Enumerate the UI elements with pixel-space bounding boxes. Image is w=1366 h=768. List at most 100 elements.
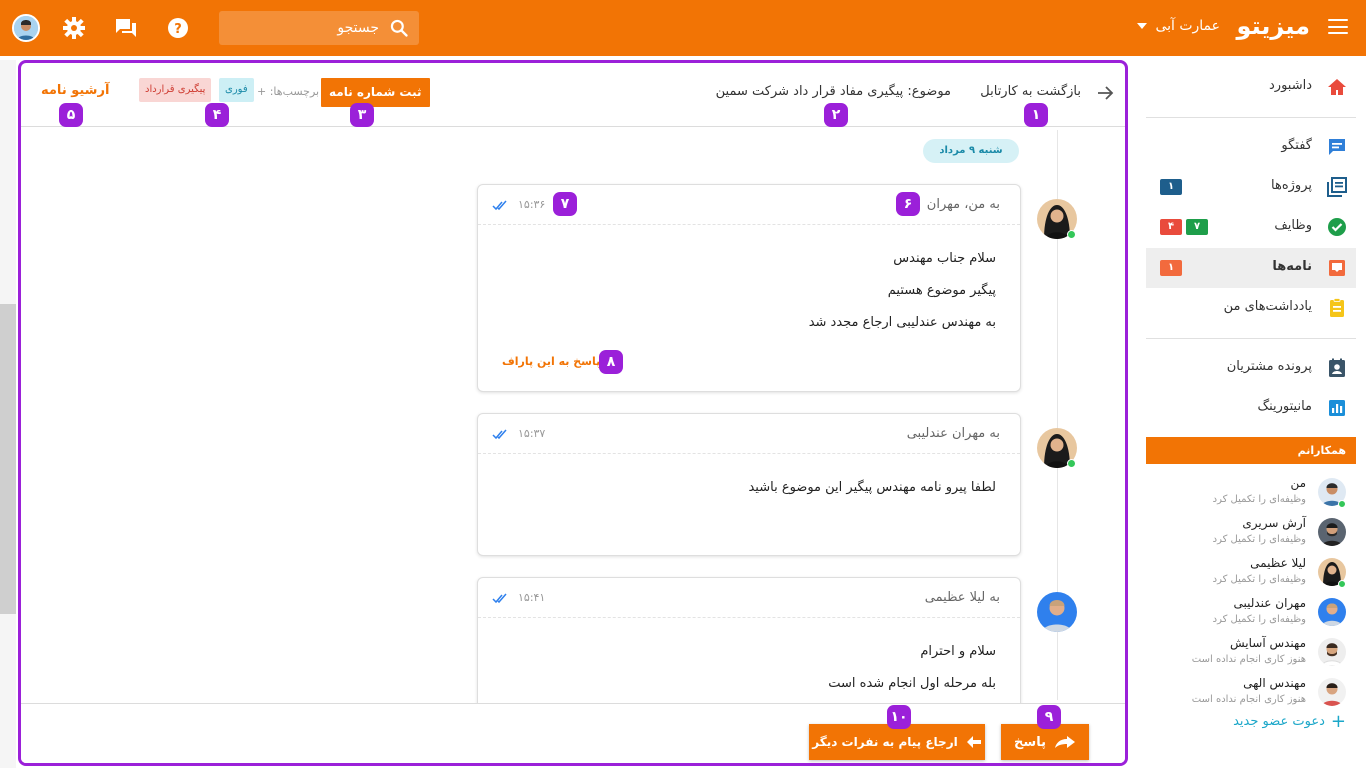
- sidebar-item-customers[interactable]: پرونده مشتریان: [1146, 348, 1356, 388]
- sidebar-item-notes[interactable]: یادداشت‌های من: [1146, 288, 1356, 328]
- sidebar-item-label: نامه‌ها: [1272, 259, 1312, 274]
- man-avatar-icon: [1318, 598, 1346, 626]
- message-line: لطفا پیرو نامه مهندس پیگیر این موضوع باش…: [748, 480, 996, 495]
- colleague-name: لیلا عظیمی: [1250, 556, 1306, 570]
- colleague-avatar: [1318, 518, 1346, 546]
- colleague-item[interactable]: من وظیفه‌ای را تکمیل کرد: [1146, 474, 1356, 514]
- reply-label: پاسخ: [1014, 734, 1046, 750]
- sidebar: داشبورد گفتگو پروژه‌ها ۱ وظایف ۴ ۷ نامه‌…: [1136, 56, 1366, 768]
- arrow-right-icon[interactable]: [1095, 83, 1115, 103]
- annotation-marker: ۵: [59, 103, 83, 127]
- sidebar-item-monitoring[interactable]: مانیتورینگ: [1146, 388, 1356, 428]
- projects-icon: [1327, 177, 1347, 197]
- colleague-item[interactable]: مهندس آسایش هنوز کاری انجام نداده است: [1146, 634, 1356, 674]
- sidebar-item-label: پرونده مشتریان: [1226, 359, 1312, 374]
- menu-icon[interactable]: [1328, 19, 1348, 35]
- building-selector[interactable]: عمارت آبی: [1137, 18, 1220, 34]
- svg-text:?: ?: [174, 22, 182, 37]
- online-indicator: [1338, 500, 1346, 508]
- search-box[interactable]: [219, 11, 419, 45]
- message-line: سلام جناب مهندس: [893, 251, 996, 266]
- message-line: پیگیر موضوع هستیم: [887, 283, 996, 298]
- colleague-item[interactable]: مهران عندلیبی وظیفه‌ای را تکمیل کرد: [1146, 594, 1356, 634]
- message-time: ۱۵:۴۱: [518, 591, 546, 604]
- sidebar-item-label: وظایف: [1274, 218, 1312, 233]
- message-card: به مهران عندلیبی ۱۵:۳۷ لطفا پیرو نامه مه…: [477, 413, 1021, 556]
- tags-add-label[interactable]: برچسب‌ها: +: [257, 85, 319, 98]
- chat-bubbles-icon[interactable]: [112, 14, 140, 42]
- gear-icon[interactable]: [60, 14, 88, 42]
- forward-button[interactable]: ارجاع پیام به نفرات دیگر: [809, 724, 985, 760]
- colleague-item[interactable]: آرش سریری وظیفه‌ای را تکمیل کرد: [1146, 514, 1356, 554]
- reply-to-paraph-link[interactable]: پاسخ به این پاراف: [502, 355, 600, 368]
- colleague-status: وظیفه‌ای را تکمیل کرد: [1212, 614, 1306, 625]
- home-icon: [1328, 79, 1346, 95]
- message-recipients: به مهران عندلیبی: [906, 426, 1000, 441]
- contacts-icon: [1329, 358, 1345, 377]
- colleague-name: مهندس الهی: [1243, 676, 1306, 690]
- letter-subject: موضوع: پیگیری مفاد قرار داد شرکت سمین: [715, 84, 951, 99]
- top-bar: میزیتو عمارت آبی ?: [0, 0, 1366, 56]
- letter-icon: [1329, 260, 1345, 276]
- back-to-inbox-link[interactable]: بازگشت به کارتابل: [980, 84, 1081, 99]
- online-indicator: [1067, 459, 1076, 468]
- tag-contract-followup[interactable]: پیگیری قرارداد: [139, 78, 212, 102]
- plus-icon: +: [1330, 710, 1346, 732]
- building-label: عمارت آبی: [1155, 18, 1220, 34]
- message-line: بله مرحله اول انجام شده است: [828, 676, 996, 691]
- man-avatar-icon: [1318, 518, 1346, 546]
- sidebar-item-label: گفتگو: [1281, 138, 1312, 153]
- annotation-marker: ۶: [896, 192, 920, 216]
- scrollbar-thumb[interactable]: [0, 304, 16, 614]
- colleague-status: هنوز کاری انجام نداده است: [1191, 694, 1306, 705]
- arrow-left-icon: [966, 736, 981, 748]
- colleagues-header: همکارانم: [1146, 437, 1356, 464]
- message-time: ۱۵:۳۷: [518, 427, 546, 440]
- caret-down-icon: [1137, 23, 1148, 29]
- register-number-button[interactable]: ثبت شماره نامه: [321, 78, 430, 107]
- annotation-marker: ۱۰: [887, 705, 911, 729]
- sidebar-item-projects[interactable]: پروژه‌ها ۱: [1146, 167, 1356, 207]
- tasks-count-badge: ۷: [1186, 219, 1208, 235]
- annotation-marker: ۴: [205, 103, 229, 127]
- invite-label: دعوت عضو جدید: [1233, 714, 1325, 729]
- brand-logo: میزیتو: [1236, 12, 1310, 40]
- search-icon: [390, 19, 408, 37]
- help-icon[interactable]: ?: [164, 14, 192, 42]
- sidebar-item-letters[interactable]: نامه‌ها ۱: [1146, 248, 1356, 288]
- sidebar-item-chat[interactable]: گفتگو: [1146, 127, 1356, 167]
- user-photo-icon: [14, 16, 38, 40]
- man-avatar-icon: [1318, 678, 1346, 706]
- message-recipients: به لیلا عظیمی: [924, 590, 1000, 605]
- colleague-item[interactable]: لیلا عظیمی وظیفه‌ای را تکمیل کرد: [1146, 554, 1356, 594]
- sidebar-divider: [1146, 117, 1356, 118]
- tag-urgent[interactable]: فوری: [219, 78, 254, 102]
- colleague-status: وظیفه‌ای را تکمیل کرد: [1212, 494, 1306, 505]
- colleague-name: آرش سریری: [1242, 516, 1306, 530]
- colleague-avatar: [1318, 598, 1346, 626]
- sidebar-divider: [1146, 338, 1356, 339]
- man-avatar-icon: [1318, 638, 1346, 666]
- reply-all-icon: [1054, 736, 1075, 748]
- man-avatar-icon: [1037, 592, 1077, 632]
- colleague-avatar: [1318, 638, 1346, 666]
- sidebar-item-label: مانیتورینگ: [1257, 399, 1312, 414]
- invite-member-link[interactable]: + دعوت عضو جدید: [1233, 710, 1346, 732]
- colleague-name: مهران عندلیبی: [1233, 596, 1306, 610]
- action-footer: پاسخ ارجاع پیام به نفرات دیگر: [21, 703, 1125, 763]
- sidebar-item-dashboard[interactable]: داشبورد: [1146, 67, 1356, 107]
- sidebar-item-label: پروژه‌ها: [1271, 178, 1312, 193]
- message-line: سلام و احترام: [920, 644, 996, 659]
- colleague-item[interactable]: مهندس الهی هنوز کاری انجام نداده است: [1146, 674, 1356, 714]
- search-input[interactable]: [229, 11, 379, 45]
- date-pill: شنبه ۹ مرداد: [923, 139, 1019, 163]
- sidebar-item-tasks[interactable]: وظایف ۴ ۷: [1146, 207, 1356, 247]
- double-check-icon: [492, 429, 507, 440]
- user-avatar[interactable]: [12, 14, 40, 42]
- reply-button[interactable]: پاسخ: [1001, 724, 1089, 760]
- double-check-icon: [492, 593, 507, 604]
- colleague-name: من: [1290, 476, 1306, 490]
- online-indicator: [1338, 580, 1346, 588]
- archive-letter-link[interactable]: آرشیو نامه: [41, 83, 109, 98]
- letter-panel: بازگشت به کارتابل موضوع: پیگیری مفاد قرا…: [18, 60, 1128, 766]
